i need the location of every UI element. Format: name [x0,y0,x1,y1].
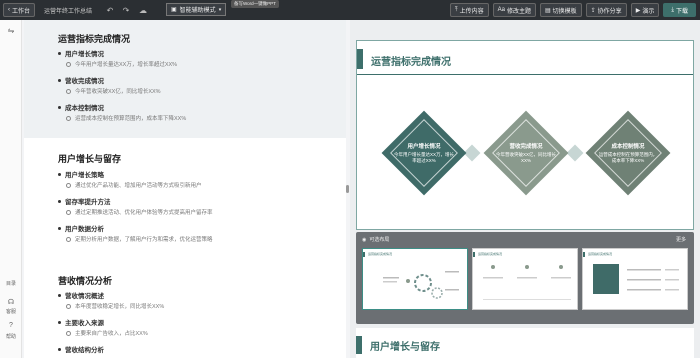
help-icon[interactable]: ? [0,322,22,329]
upload-label: 上传内容 [459,8,484,15]
card-title: 成本控制情况 [611,144,645,151]
layout-thumbnail[interactable]: 运营指标完成情况 [582,248,688,310]
chevron-down-icon: ▾ [218,6,222,13]
mode-icon: ▣ [171,7,177,13]
slide-divider [357,74,693,75]
bullet-text[interactable]: 今年用户增长量达XX万，增长率超过XX% [66,60,177,68]
bullet-text[interactable]: 通过定期推送活动、优化用户体验等方式提高用户留存率 [66,208,213,216]
slide-accent-bar [356,336,362,354]
workbench-label: 工作台 [12,8,31,15]
switch-template-button[interactable]: ▤ 切换模板 [539,3,582,17]
outline-section[interactable]: 用户增长与留存 用户增长策略 通过优化产品功能、增加用户活动等方式吸引新用户 留… [24,138,346,268]
subsection-title[interactable]: 用户数据分析 [58,223,104,233]
theme-button[interactable]: Aa 修改主题 [492,3,536,17]
bullet-text[interactable]: 通过优化产品功能、增加用户活动等方式吸引新用户 [66,181,202,189]
headset-icon[interactable]: ☊ [0,298,22,306]
layout-picker-header: ◉ 可选布局 [362,236,390,244]
play-icon: ▶ [635,7,641,14]
bullet-text[interactable]: 运营成本控制在预算范围内，成本率下降XX% [66,114,186,122]
slide-accent-bar [357,49,363,69]
outline-section[interactable]: 运营指标完成情况 用户增长情况 今年用户增长量达XX万，增长率超过XX% 营收完… [24,20,346,138]
rail-outline-label[interactable]: 目录 [0,280,22,287]
card-desc: 运营成本控制在预算范围内，成本率下降XX% [598,152,658,163]
card-revenue: 营收完成情况 今年营收突破XX亿，同比增长XX% [483,110,569,196]
toolbar-right: ⤒ 上传内容 Aa 修改主题 ▤ 切换模板 ⇪ 协作分享 ▶ 演示 ⤓ 下载 [449,3,696,17]
share-icon: ⇪ [590,7,596,14]
top-toolbar: ‹ 工作台 运营年终工作总结 ↶ ↷ ☁ ▣ 智能辅助模式 ▾ 备写Word一键… [0,0,700,20]
slide-preview[interactable]: 运营指标完成情况 用户增长情况 今年用户增长量达XX万，增长率超过XX% 营收完… [356,40,694,230]
upload-button[interactable]: ⤒ 上传内容 [449,3,489,17]
mode-select[interactable]: ▣ 智能辅助模式 ▾ [166,3,227,16]
font-icon: Aa [497,7,505,13]
card-desc: 今年用户增长量达XX万，增长率超过XX% [394,152,455,163]
subsection-title[interactable]: 用户增长策略 [58,169,104,179]
undo-icon[interactable]: ↶ [104,4,116,16]
card-title: 营收完成情况 [509,144,543,151]
connector-diamond [566,144,584,162]
bullet-text[interactable]: 本年度营收稳定增长，同比增长XX% [66,302,164,310]
tooltip: 备写Word一键做PPT [231,0,279,8]
theme-label: 修改主题 [506,8,531,15]
layout-picker-title: 可选布局 [369,237,390,243]
rail-service-label[interactable]: 客服 [0,308,22,315]
more-layouts-button[interactable]: 更多 [676,236,686,243]
rail-help-label[interactable]: 帮助 [0,333,22,340]
download-button[interactable]: ⤓ 下载 [663,3,696,17]
section-title[interactable]: 运营指标完成情况 [58,32,130,45]
splitter-handle[interactable] [346,185,349,193]
slide-title: 运营指标完成情况 [371,57,451,68]
collab-label: 协作分享 [597,8,622,15]
pin-icon: ◉ [362,236,367,243]
layout-thumbnail[interactable]: 运营指标完成情况 [362,248,468,310]
subsection-title[interactable]: 营收情况概述 [58,290,104,300]
mode-label: 智能辅助模式 [179,8,216,14]
bullet-text[interactable]: 定期分析用户数据，了解用户行为和需求，优化运营策略 [66,235,213,243]
subsection-title[interactable]: 成本控制情况 [58,102,104,112]
download-icon: ⤓ [671,6,674,13]
back-chevron-icon: ‹ [8,7,10,13]
subsection-title[interactable]: 主要收入来源 [58,317,104,327]
card-desc: 今年营收突破XX亿，同比增长XX% [496,152,557,163]
slide-preview[interactable]: 用户增长与留存 [356,328,694,358]
subsection-title[interactable]: 留存率提升方法 [58,196,111,206]
upload-icon: ⤒ [454,6,458,13]
slide-title: 用户增长与留存 [370,342,440,353]
redo-icon[interactable]: ↷ [120,4,132,16]
workbench-button[interactable]: ‹ 工作台 [3,3,36,17]
subsection-title[interactable]: 营收结构分析 [58,344,104,354]
subsection-title[interactable]: 用户增长情况 [58,48,104,58]
card-cost: 成本控制情况 运营成本控制在预算范围内，成本率下降XX% [585,110,671,196]
layout-thumbnail[interactable]: 运营指标完成情况 [472,248,578,310]
switch-template-label: 切换模板 [552,8,577,15]
section-title[interactable]: 用户增长与留存 [58,152,121,165]
present-button[interactable]: ▶ 演示 [630,3,660,17]
collab-button[interactable]: ⇪ 协作分享 [585,3,627,17]
thumb-graphic [483,265,571,300]
thumb-graphic [593,264,679,294]
present-label: 演示 [642,8,655,15]
outline-section[interactable]: 营收情况分析 营收情况概述 本年度营收稳定增长，同比增长XX% 主要收入来源 主… [24,268,346,358]
card-title: 用户增长情况 [407,144,441,151]
document-title[interactable]: 运营年终工作总结 [44,6,92,15]
section-title[interactable]: 营收情况分析 [58,274,112,287]
subsection-title[interactable]: 营收完成情况 [58,75,104,85]
layout-picker: ◉ 可选布局 更多 运营指标完成情况 运营指标完成情况 运营指标完成情况 [356,232,694,324]
card-user-growth: 用户增长情况 今年用户增长量达XX万，增长率超过XX% [381,110,467,196]
download-label: 下载 [675,8,688,15]
cloud-save-icon[interactable]: ☁ [137,4,149,16]
left-rail: ⇋ 目录 ☊ 客服 ? 帮助 [0,20,22,358]
thumb-graphic [383,271,459,299]
bullet-text[interactable]: 主要来自广告收入，占比XX% [66,329,148,337]
expand-icon[interactable]: ⇋ [0,26,22,35]
template-icon: ▤ [544,7,551,14]
bullet-text[interactable]: 今年营收突破XX亿，同比增长XX% [66,87,161,95]
outline-editor: 运营指标完成情况 用户增长情况 今年用户增长量达XX万，增长率超过XX% 营收完… [24,20,346,358]
